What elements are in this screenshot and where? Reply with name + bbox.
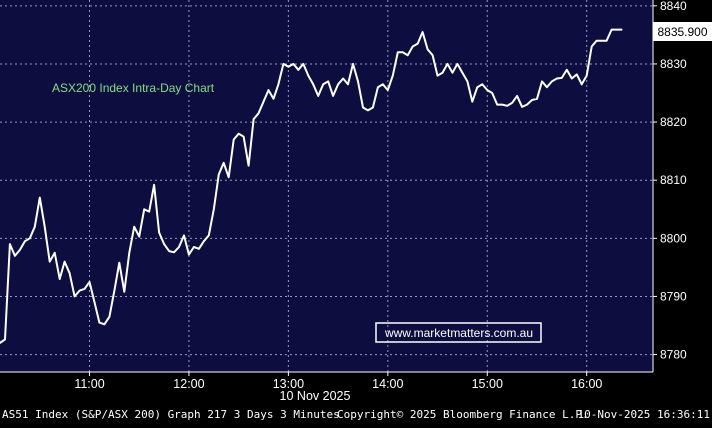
y-tick-label: 8790	[660, 289, 687, 303]
y-tick-label: 8800	[660, 231, 687, 245]
y-tick-label: 8780	[660, 348, 687, 362]
last-value-marker: 8835.900	[653, 22, 712, 41]
y-tick-label: 8820	[660, 115, 687, 129]
y-tick-label: 8830	[660, 57, 687, 71]
y-tick-label: 8840	[660, 0, 687, 13]
footer-timestamp: 10-Nov-2025 16:36:11	[578, 408, 710, 421]
chart-root: ASX200 Index Intra-Day Chart www.marketm…	[0, 0, 712, 423]
last-value-label: 8835.900	[657, 25, 707, 39]
chart-annotation: ASX200 Index Intra-Day Chart	[52, 81, 215, 95]
x-tick-label: 11:00	[74, 377, 104, 391]
y-tick-label: 8810	[660, 173, 687, 187]
watermark-text: www.marketmatters.com.au	[384, 326, 533, 340]
watermark: www.marketmatters.com.au	[375, 322, 542, 343]
footer-source: AS51 Index (S&P/ASX 200) Graph 217 3 Day…	[2, 408, 340, 421]
x-tick-label: 12:00	[173, 377, 204, 391]
x-tick-label: 16:00	[571, 377, 602, 391]
x-axis-date-label: 10 Nov 2025	[280, 389, 351, 403]
footer-copyright: Copyright© 2025 Bloomberg Finance L.P.	[337, 408, 589, 421]
intraday-line-chart: ASX200 Index Intra-Day Chart www.marketm…	[0, 0, 712, 423]
x-tick-label: 15:00	[472, 377, 503, 391]
x-tick-label: 14:00	[372, 377, 403, 391]
